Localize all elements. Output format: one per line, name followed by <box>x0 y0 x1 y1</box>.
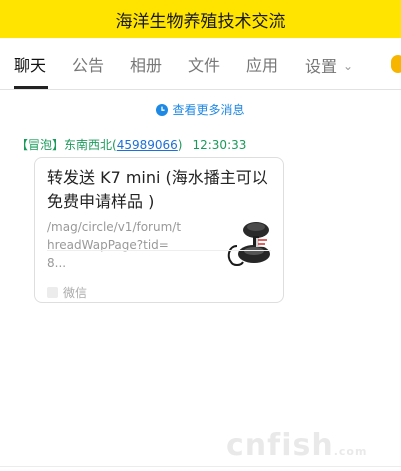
product-thumbnail <box>223 216 275 268</box>
tab-chat[interactable]: 聊天 <box>14 56 46 76</box>
sender-uid-link[interactable]: 45989066 <box>117 138 178 152</box>
tab-announcements[interactable]: 公告 <box>72 56 104 76</box>
tab-bar: 聊天 公告 相册 文件 应用 设置 ⌄ <box>0 38 401 90</box>
watermark-suffix: .com <box>333 445 368 458</box>
view-more-label: 查看更多消息 <box>172 103 245 117</box>
partial-app-icon[interactable] <box>391 55 401 73</box>
tab-files[interactable]: 文件 <box>188 56 220 76</box>
tab-apps[interactable]: 应用 <box>246 56 278 76</box>
site-watermark: cnfish.com <box>226 428 367 463</box>
message-sender: 【冒泡】东南西北(45989066) 12:30:33 <box>16 136 246 153</box>
message-time: 12:30:33 <box>192 138 247 152</box>
card-source: 微信 <box>47 284 87 301</box>
sender-name[interactable]: 东南西北 <box>64 138 112 152</box>
tab-settings[interactable]: 设置 ⌄ <box>305 56 353 77</box>
clock-icon <box>156 104 169 116</box>
wechat-icon <box>47 287 58 298</box>
active-tab-indicator <box>14 86 48 89</box>
chevron-down-icon: ⌄ <box>343 59 354 73</box>
uid-close-paren: ) <box>177 138 183 152</box>
watermark-main: cnfish <box>226 428 334 463</box>
card-description: /mag/circle/v1/forum/threadWapPage?tid=8… <box>47 220 182 270</box>
card-source-label: 微信 <box>63 286 88 300</box>
window-title: 海洋生物养殖技术交流 <box>115 11 286 32</box>
tab-settings-label: 设置 <box>305 57 338 76</box>
card-title: 转发送 K7 mini (海水播主可以免费申请样品 ) <box>47 168 268 211</box>
sender-role-badge: 【冒泡】 <box>16 138 65 152</box>
shared-link-card[interactable]: 转发送 K7 mini (海水播主可以免费申请样品 ) /mag/circle/… <box>34 157 284 303</box>
title-bar: 海洋生物养殖技术交流 <box>0 0 401 38</box>
view-more-messages[interactable]: 查看更多消息 <box>0 101 401 118</box>
card-divider <box>47 250 271 251</box>
tab-album[interactable]: 相册 <box>130 56 162 76</box>
bottom-divider <box>0 466 401 467</box>
